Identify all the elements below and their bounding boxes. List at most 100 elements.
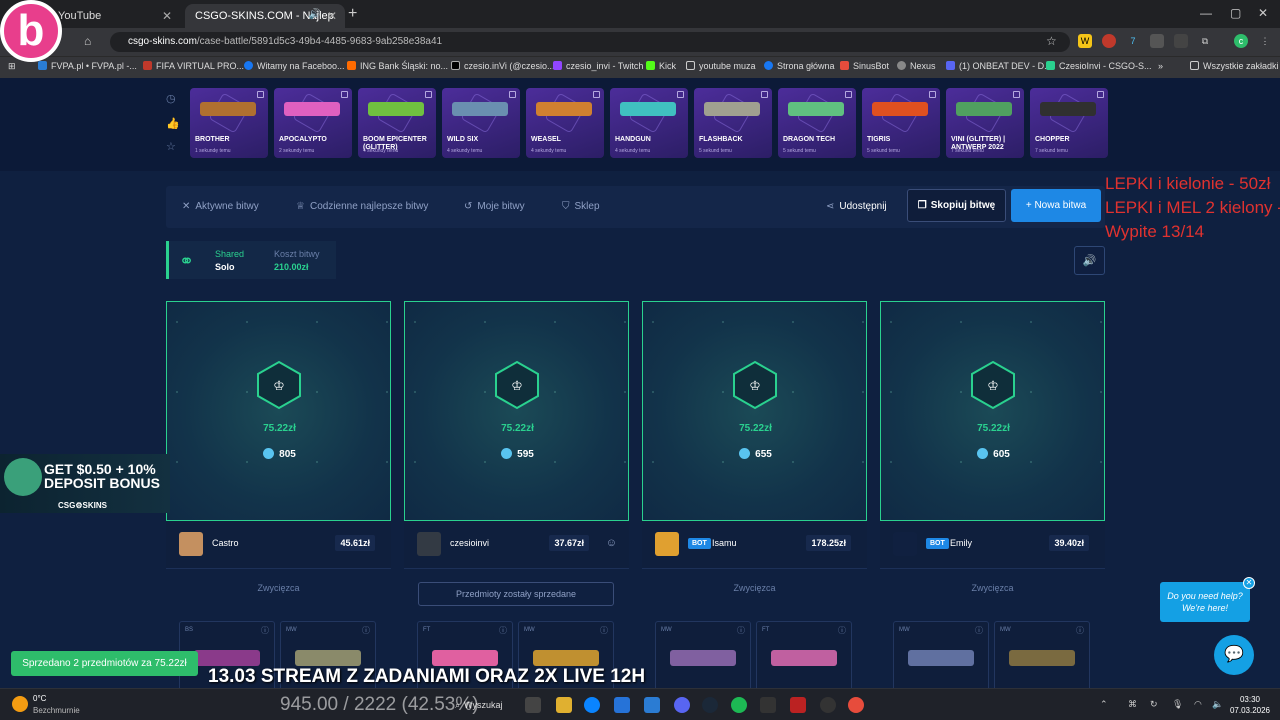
bookmark[interactable]: czesio.inVi (@czesio... bbox=[451, 61, 555, 71]
chat-help-bubble[interactable]: Do you need help? We're here! bbox=[1160, 582, 1250, 622]
bookmark[interactable]: Nexus bbox=[897, 61, 936, 71]
bookmark[interactable]: (1) ONBEAT DEV - D... bbox=[946, 61, 1052, 71]
player-arena: ♔ 75.22zł 805 bbox=[166, 301, 391, 521]
sync-icon[interactable]: ↻ bbox=[1150, 699, 1158, 710]
discord-icon[interactable] bbox=[674, 697, 690, 713]
drop-card[interactable]: BOOM EPICENTER (GLITTER) 4 sekundy temu bbox=[358, 88, 436, 158]
more-bookmarks-icon[interactable]: » bbox=[1158, 61, 1163, 71]
sound-toggle-button[interactable]: 🔊 bbox=[1074, 246, 1105, 275]
tab-csgo-skins[interactable]: CSGO-SKINS.COM - Najlep 🔊 ✕ bbox=[185, 4, 345, 28]
bookmark[interactable]: FVPA.pl • FVPA.pl -... bbox=[38, 61, 137, 71]
spotify-icon[interactable] bbox=[731, 697, 747, 713]
nav-shop[interactable]: ⛉ Sklep bbox=[562, 201, 600, 212]
info-icon[interactable]: ⓘ bbox=[362, 625, 370, 636]
info-icon[interactable]: ⓘ bbox=[499, 625, 507, 636]
drop-card[interactable]: TIGRIS 5 sekund temu bbox=[862, 88, 940, 158]
bookmark[interactable]: Witamy na Faceboo... bbox=[244, 61, 345, 71]
menu-dots-icon[interactable]: ⋮ bbox=[1258, 34, 1272, 48]
speaker-icon[interactable]: 🔊 bbox=[309, 9, 321, 20]
weather-icon[interactable] bbox=[12, 696, 28, 712]
apps-grid-icon[interactable]: ⊞ bbox=[8, 61, 16, 72]
drop-card[interactable]: FLASHBACK 5 sekund temu bbox=[694, 88, 772, 158]
nav-active-battles[interactable]: ✕ Aktywne bitwy bbox=[182, 201, 259, 212]
explorer-icon[interactable] bbox=[556, 697, 572, 713]
new-tab-button[interactable]: + bbox=[348, 5, 357, 23]
share-button[interactable]: ⋖ Udostępnij bbox=[826, 201, 887, 212]
star-icon[interactable]: ☆ bbox=[1046, 34, 1057, 48]
close-icon[interactable]: ✕ bbox=[162, 9, 172, 23]
home-icon[interactable]: ⌂ bbox=[84, 34, 91, 48]
edge-icon[interactable] bbox=[584, 697, 600, 713]
extension-icon[interactable] bbox=[1150, 34, 1164, 48]
drop-card[interactable]: BROTHER 1 sekundę temu bbox=[190, 88, 268, 158]
drop-card[interactable]: VINI (GLITTER) | ANTWERP 2022 7 sekund te… bbox=[946, 88, 1024, 158]
store-icon[interactable] bbox=[614, 697, 630, 713]
app-icon[interactable] bbox=[790, 697, 806, 713]
wifi-icon[interactable]: ◠ bbox=[1194, 699, 1202, 710]
steam-icon[interactable] bbox=[702, 697, 718, 713]
drop-card[interactable]: CHOPPER 7 sekund temu bbox=[1030, 88, 1108, 158]
close-window-icon[interactable]: ✕ bbox=[1258, 6, 1268, 20]
chevron-up-icon[interactable]: ⌃ bbox=[1100, 699, 1108, 710]
obs-icon[interactable] bbox=[820, 697, 836, 713]
info-icon[interactable]: ⓘ bbox=[1076, 625, 1084, 636]
new-battle-button[interactable]: + Nowa bitwa bbox=[1011, 189, 1101, 222]
bookmark[interactable]: SinusBot bbox=[840, 61, 889, 71]
outlook-icon[interactable] bbox=[644, 697, 660, 713]
info-icon[interactable]: ⓘ bbox=[838, 625, 846, 636]
extension-icon[interactable]: 7 bbox=[1126, 34, 1140, 48]
task-view-icon[interactable] bbox=[525, 697, 541, 713]
deposit-bonus-banner[interactable]: GET $0.50 + 10% DEPOSIT BONUS CSG⚙SKINS bbox=[0, 454, 170, 513]
clock[interactable]: 03:30 07.03.2026 bbox=[1228, 694, 1272, 716]
sold-items-button[interactable]: Przedmioty zostały sprzedane bbox=[418, 582, 614, 606]
nav-label: Aktywne bitwy bbox=[195, 201, 259, 212]
bookmark[interactable]: czesio_invi - Twitch bbox=[553, 61, 643, 71]
extension-icon[interactable]: W bbox=[1078, 34, 1092, 48]
bookmark[interactable]: CzesioInvi - CSGO-S... bbox=[1046, 61, 1152, 71]
puzzle-icon[interactable]: ⧉ bbox=[1198, 34, 1212, 48]
shield-icon[interactable]: ⓘ bbox=[261, 625, 269, 636]
won-item-card[interactable]: MW ⓘ bbox=[994, 621, 1090, 688]
mic-icon[interactable]: 🎙 bbox=[1172, 699, 1183, 710]
copy-battle-button[interactable]: ❐ Skopiuj bitwę bbox=[907, 189, 1006, 222]
drop-card[interactable]: APOCALYPTO 2 sekundy temu bbox=[274, 88, 352, 158]
bookmark[interactable]: youtube muza bbox=[686, 61, 756, 71]
bookmark[interactable]: Strona główna bbox=[764, 61, 835, 71]
chrome-icon[interactable] bbox=[848, 697, 864, 713]
profile-avatar[interactable]: c bbox=[1234, 34, 1248, 48]
nav-my-battles[interactable]: ↺ Moje bitwy bbox=[464, 201, 525, 212]
network-icon[interactable]: ⌘ bbox=[1128, 699, 1137, 710]
close-icon[interactable]: ✕ bbox=[1243, 577, 1255, 589]
minimize-icon[interactable]: — bbox=[1200, 6, 1212, 20]
won-item-card[interactable]: MW ⓘ bbox=[893, 621, 989, 688]
drop-card[interactable]: WILD SIX 4 sekundy temu bbox=[442, 88, 520, 158]
extension-icon[interactable] bbox=[1174, 34, 1188, 48]
info-icon[interactable]: ⓘ bbox=[737, 625, 745, 636]
bookmark-all[interactable]: Wszystkie zakładki bbox=[1190, 61, 1279, 71]
info-icon bbox=[341, 91, 348, 98]
volume-icon[interactable]: 🔈 bbox=[1212, 699, 1223, 710]
url-field[interactable]: csgo-skins.com/case-battle/5891d5c3-49b4… bbox=[110, 32, 1070, 52]
copy-icon: ❐ bbox=[917, 200, 927, 211]
info-icon[interactable]: ⓘ bbox=[975, 625, 983, 636]
emoji-icon[interactable]: ☺ bbox=[606, 537, 617, 549]
nav-daily-best[interactable]: ♕ Codzienne najlepsze bitwy bbox=[296, 201, 428, 212]
drop-card[interactable]: HANDGUN 4 sekundy temu bbox=[610, 88, 688, 158]
bookmark[interactable]: ING Bank Śląski: no... bbox=[347, 61, 448, 71]
maximize-icon[interactable]: ▢ bbox=[1230, 6, 1241, 20]
won-item-card[interactable]: MW ⓘ bbox=[655, 621, 751, 688]
won-item-card[interactable]: FT ⓘ bbox=[756, 621, 852, 688]
star-icon[interactable]: ☆ bbox=[166, 140, 176, 153]
chat-button[interactable]: 💬 bbox=[1214, 635, 1254, 675]
thumbs-up-icon[interactable]: 👍 bbox=[166, 117, 180, 130]
clock-icon[interactable]: ◷ bbox=[166, 92, 176, 105]
close-icon[interactable]: ✕ bbox=[327, 9, 337, 23]
bookmark[interactable]: FIFA VIRTUAL PRO... bbox=[143, 61, 244, 71]
svg-text:♔: ♔ bbox=[749, 379, 761, 394]
terminal-icon[interactable] bbox=[760, 697, 776, 713]
bookmark[interactable]: Kick bbox=[646, 61, 676, 71]
info-icon[interactable]: ⓘ bbox=[600, 625, 608, 636]
drop-card[interactable]: DRAGON TECH 5 sekund temu bbox=[778, 88, 856, 158]
drop-card[interactable]: WEASEL 4 sekundy temu bbox=[526, 88, 604, 158]
extension-icon[interactable] bbox=[1102, 34, 1116, 48]
